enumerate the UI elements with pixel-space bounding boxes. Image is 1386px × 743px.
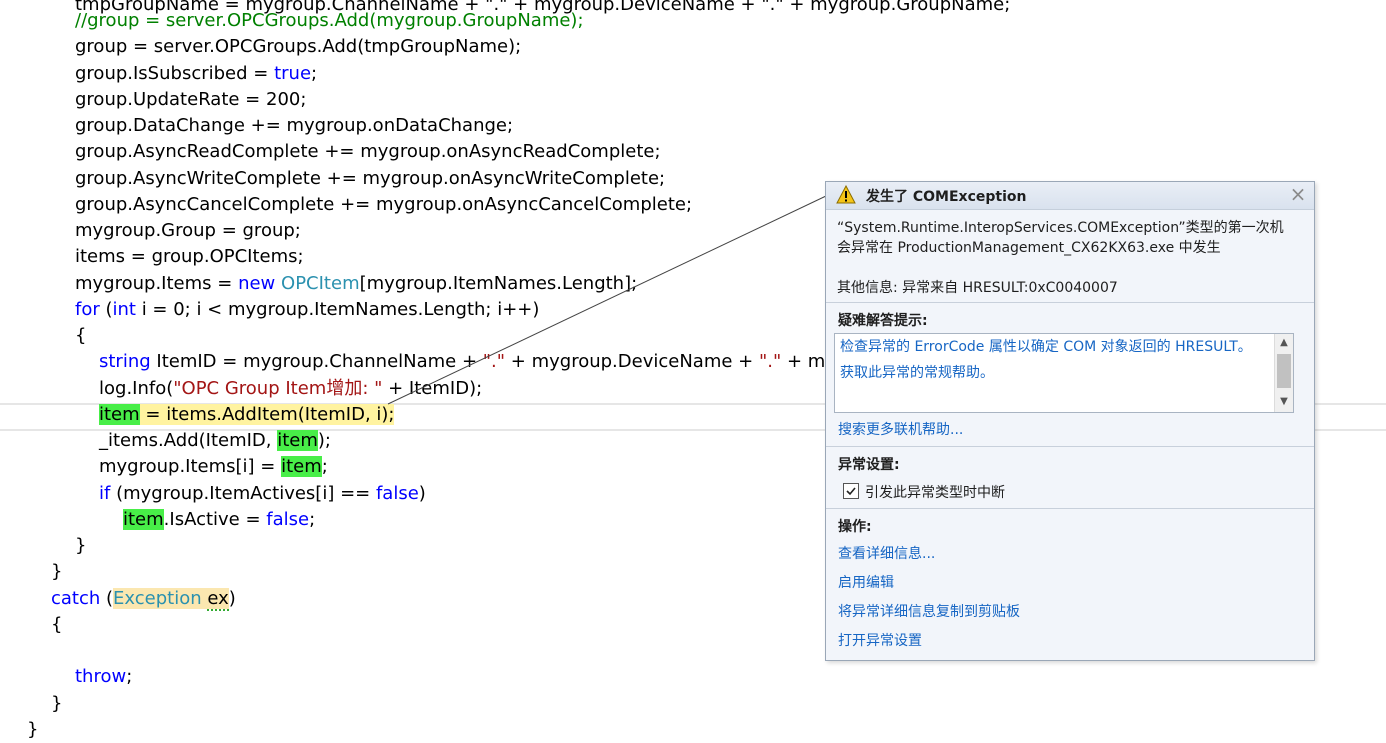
divider bbox=[826, 302, 1314, 303]
hints-list: 检查异常的 ErrorCode 属性以确定 COM 对象返回的 HRESULT。… bbox=[834, 333, 1294, 413]
exception-helper-popup: 发生了 COMException × “System.Runtime.Inter… bbox=[825, 181, 1315, 661]
warning-icon bbox=[836, 185, 856, 204]
code-line-18: _items.Add(ItemID, item); bbox=[99, 430, 331, 451]
code-line-6: group.DataChange += mygroup.onDataChange… bbox=[75, 115, 514, 136]
exception-description: “System.Runtime.InteropServices.COMExcep… bbox=[837, 220, 1284, 256]
code-line-14: { bbox=[75, 325, 87, 346]
search-online-help-link[interactable]: 搜索更多联机帮助... bbox=[838, 419, 963, 439]
popup-title: 发生了 COMException bbox=[866, 189, 1027, 205]
code-line-15: string ItemID = mygroup.ChannelName + ".… bbox=[99, 351, 836, 372]
hints-title: 疑难解答提示: bbox=[838, 313, 928, 329]
code-line-5: group.UpdateRate = 200; bbox=[75, 89, 307, 110]
close-icon[interactable]: × bbox=[1288, 184, 1308, 204]
scroll-down-icon[interactable]: ▼ bbox=[1278, 396, 1290, 408]
code-line-20: if (mygroup.ItemActives[i] == false) bbox=[99, 483, 426, 504]
open-exception-settings-link[interactable]: 打开异常设置 bbox=[838, 630, 922, 650]
code-line-28: } bbox=[51, 693, 63, 714]
code-line-11: items = group.OPCItems; bbox=[75, 246, 304, 267]
code-line-8: group.AsyncWriteComplete += mygroup.onAs… bbox=[75, 168, 666, 189]
code-line-22: } bbox=[75, 535, 87, 556]
code-line-27: throw; bbox=[75, 666, 133, 687]
code-line-29: } bbox=[27, 719, 39, 740]
divider bbox=[826, 508, 1314, 509]
code-line-9: group.AsyncCancelComplete += mygroup.onA… bbox=[75, 194, 693, 215]
exception-settings-title: 异常设置: bbox=[838, 457, 900, 473]
code-line-21: item.IsActive = false; bbox=[123, 509, 316, 530]
actions-title: 操作: bbox=[838, 519, 872, 535]
code-line-24: catch (Exception ex) bbox=[51, 588, 236, 611]
break-on-exception-label[interactable]: 引发此异常类型时中断 bbox=[865, 482, 1005, 502]
scroll-up-icon[interactable]: ▲ bbox=[1278, 337, 1290, 349]
checkmark-icon bbox=[846, 487, 856, 496]
break-on-exception-checkbox[interactable] bbox=[843, 483, 859, 499]
extra-info: 其他信息: 异常来自 HRESULT:0xC0040007 bbox=[837, 280, 1118, 296]
code-line-23: } bbox=[51, 561, 63, 582]
hint-link-general-help[interactable]: 获取此异常的常规帮助。 bbox=[840, 362, 994, 382]
copy-details-link[interactable]: 将异常详细信息复制到剪贴板 bbox=[838, 601, 1020, 621]
code-line-10: mygroup.Group = group; bbox=[75, 220, 301, 241]
code-line-4: group.IsSubscribed = true; bbox=[75, 63, 318, 84]
code-line-2: //group = server.OPCGroups.Add(mygroup.G… bbox=[75, 10, 584, 31]
hint-link-errorcode[interactable]: 检查异常的 ErrorCode 属性以确定 COM 对象返回的 HRESULT。 bbox=[840, 336, 1252, 356]
current-statement: = items.AddItem(ItemID, i); bbox=[139, 404, 395, 425]
code-line-17-current: item = items.AddItem(ItemID, i); bbox=[99, 402, 395, 428]
hints-scrollbar[interactable]: ▲ ▼ bbox=[1274, 334, 1293, 412]
code-line-25: { bbox=[51, 614, 63, 635]
divider bbox=[826, 446, 1314, 447]
code-line-13: for (int i = 0; i < mygroup.ItemNames.Le… bbox=[75, 299, 540, 320]
code-line-7: group.AsyncReadComplete += mygroup.onAsy… bbox=[75, 141, 661, 162]
scroll-thumb[interactable] bbox=[1277, 354, 1291, 388]
code-line-3: group = server.OPCGroups.Add(tmpGroupNam… bbox=[75, 36, 522, 57]
code-line-19: mygroup.Items[i] = item; bbox=[99, 456, 328, 477]
code-line-16: log.Info("OPC Group Item增加: " + ItemID); bbox=[99, 378, 483, 399]
view-details-link[interactable]: 查看详细信息... bbox=[838, 543, 935, 563]
code-line-12: mygroup.Items = new OPCItem[mygroup.Item… bbox=[75, 273, 638, 294]
current-statement-var: item bbox=[99, 404, 140, 425]
popup-header: 发生了 COMException × bbox=[826, 182, 1314, 210]
enable-editing-link[interactable]: 启用编辑 bbox=[838, 572, 894, 592]
